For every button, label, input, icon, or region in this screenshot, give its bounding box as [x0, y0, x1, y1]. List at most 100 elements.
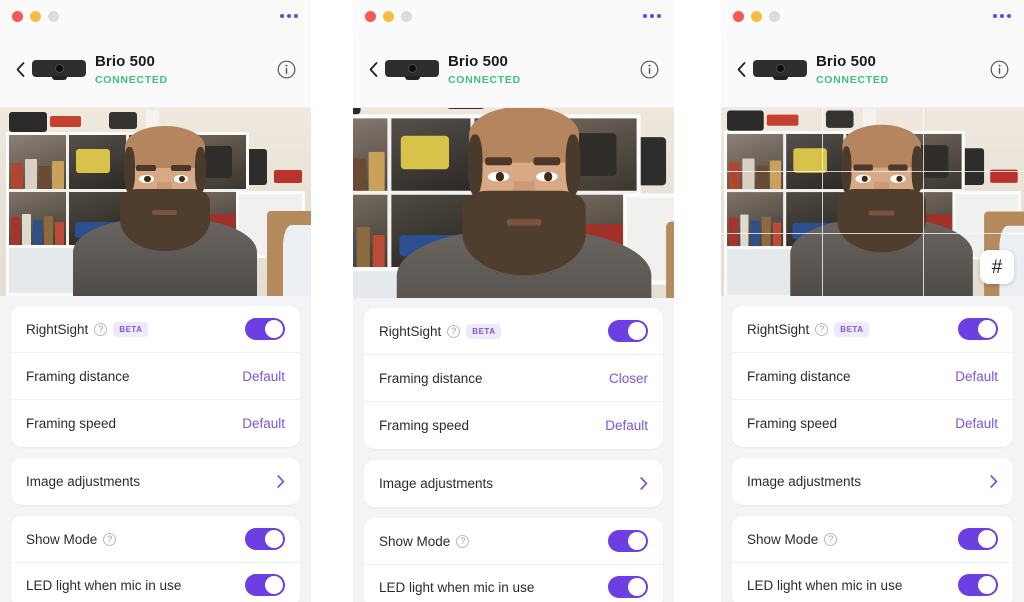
back-chevron-icon[interactable] [363, 53, 383, 87]
overflow-menu-icon[interactable] [993, 14, 1011, 18]
row-framing-distance[interactable]: Framing distance Default [732, 353, 1013, 400]
camera-preview[interactable] [353, 108, 674, 298]
row-led-light[interactable]: LED light when mic in use [732, 563, 1013, 602]
title-bar [353, 0, 674, 32]
webcam-icon [753, 59, 807, 80]
help-icon[interactable]: ? [815, 322, 829, 336]
back-chevron-icon[interactable] [731, 53, 751, 87]
device-info: Brio 500 CONNECTED [95, 53, 277, 86]
panel-right: Brio 500 CONNECTED # RightSight ? BETA F… [721, 0, 1024, 602]
minimize-window-button[interactable] [383, 10, 394, 22]
close-window-button[interactable] [12, 10, 23, 22]
info-icon[interactable] [990, 60, 1010, 80]
framing-distance-value[interactable]: Closer [609, 371, 648, 386]
show-mode-toggle[interactable] [245, 528, 285, 550]
modes-card: Show Mode ? LED light when mic in use [364, 518, 663, 602]
row-image-adjustments[interactable]: Image adjustments [732, 458, 1013, 505]
camera-preview[interactable]: # [721, 108, 1024, 296]
window-controls[interactable] [12, 10, 59, 22]
device-status: CONNECTED [448, 74, 521, 86]
led-light-toggle[interactable] [608, 576, 648, 598]
rightsight-toggle[interactable] [245, 318, 285, 340]
framing-speed-value[interactable]: Default [955, 416, 998, 431]
chevron-right-icon[interactable] [640, 477, 648, 490]
row-framing-distance[interactable]: Framing distance Default [11, 353, 300, 400]
device-info: Brio 500 CONNECTED [816, 53, 990, 86]
chevron-right-icon[interactable] [277, 475, 285, 488]
camera-preview[interactable] [0, 108, 311, 296]
window-controls[interactable] [365, 10, 412, 22]
row-framing-speed[interactable]: Framing speed Default [11, 400, 300, 447]
show-mode-toggle[interactable] [958, 528, 998, 550]
info-icon[interactable] [640, 60, 660, 80]
help-icon[interactable]: ? [824, 532, 838, 546]
device-name: Brio 500 [95, 53, 155, 70]
rightsight-label-group: RightSight ? BETA [747, 321, 958, 337]
row-rightsight[interactable]: RightSight ? BETA [732, 306, 1013, 353]
close-window-button[interactable] [733, 10, 744, 22]
help-icon[interactable]: ? [94, 322, 108, 336]
framing-speed-value[interactable]: Default [605, 418, 648, 433]
row-framing-speed[interactable]: Framing speed Default [732, 400, 1013, 447]
maximize-window-button[interactable] [769, 10, 780, 22]
device-header: Brio 500 CONNECTED [353, 32, 674, 108]
led-light-toggle[interactable] [245, 574, 285, 596]
beta-badge: BETA [113, 321, 149, 337]
maximize-window-button[interactable] [401, 10, 412, 22]
row-image-adjustments[interactable]: Image adjustments [11, 458, 300, 505]
row-rightsight[interactable]: RightSight ? BETA [11, 306, 300, 353]
framing-distance-value[interactable]: Default [242, 369, 285, 384]
device-info: Brio 500 CONNECTED [448, 53, 640, 86]
row-led-light[interactable]: LED light when mic in use [11, 563, 300, 602]
overflow-menu-icon[interactable] [280, 14, 298, 18]
image-adjustments-label: Image adjustments [379, 476, 494, 491]
overflow-menu-icon[interactable] [643, 14, 661, 18]
rightsight-toggle[interactable] [608, 320, 648, 342]
rightsight-toggle[interactable] [958, 318, 998, 340]
row-show-mode[interactable]: Show Mode ? [732, 516, 1013, 563]
led-light-label: LED light when mic in use [379, 579, 535, 595]
row-show-mode[interactable]: Show Mode ? [11, 516, 300, 563]
row-led-light[interactable]: LED light when mic in use [364, 565, 663, 602]
framing-distance-label: Framing distance [26, 368, 130, 384]
help-icon[interactable]: ? [456, 534, 470, 548]
framing-distance-label: Framing distance [747, 368, 851, 384]
window-controls[interactable] [733, 10, 780, 22]
maximize-window-button[interactable] [48, 10, 59, 22]
row-rightsight[interactable]: RightSight ? BETA [364, 308, 663, 355]
row-framing-distance[interactable]: Framing distance Closer [364, 355, 663, 402]
show-mode-label-group: Show Mode ? [26, 532, 245, 547]
panel-middle: Brio 500 CONNECTED RightSight ? BETA Fra… [353, 0, 674, 602]
modes-card: Show Mode ? LED light when mic in use [732, 516, 1013, 602]
show-mode-toggle[interactable] [608, 530, 648, 552]
panel-gap [674, 0, 721, 602]
led-light-label: LED light when mic in use [747, 577, 903, 593]
grid-overlay-toggle[interactable]: # [980, 250, 1014, 284]
show-mode-label: Show Mode [379, 533, 451, 549]
back-chevron-icon[interactable] [10, 53, 30, 87]
framing-speed-value[interactable]: Default [242, 416, 285, 431]
panel-gap [311, 0, 353, 602]
rightsight-label: RightSight [379, 323, 442, 339]
help-icon[interactable]: ? [103, 532, 117, 546]
minimize-window-button[interactable] [751, 10, 762, 22]
framing-distance-label: Framing distance [379, 370, 483, 386]
minimize-window-button[interactable] [30, 10, 41, 22]
led-light-toggle[interactable] [958, 574, 998, 596]
title-bar [721, 0, 1024, 32]
device-header: Brio 500 CONNECTED [721, 32, 1024, 108]
rightsight-label: RightSight [747, 321, 810, 337]
close-window-button[interactable] [365, 10, 376, 22]
row-show-mode[interactable]: Show Mode ? [364, 518, 663, 565]
framing-speed-label: Framing speed [26, 416, 117, 431]
info-icon[interactable] [277, 60, 297, 80]
row-framing-speed[interactable]: Framing speed Default [364, 402, 663, 449]
device-header: Brio 500 CONNECTED [0, 32, 311, 108]
row-image-adjustments[interactable]: Image adjustments [364, 460, 663, 507]
chevron-right-icon[interactable] [990, 475, 998, 488]
led-light-label: LED light when mic in use [26, 577, 182, 593]
image-adjustments-card: Image adjustments [364, 460, 663, 507]
framing-speed-label: Framing speed [379, 418, 470, 433]
help-icon[interactable]: ? [447, 324, 461, 338]
framing-distance-value[interactable]: Default [955, 369, 998, 384]
